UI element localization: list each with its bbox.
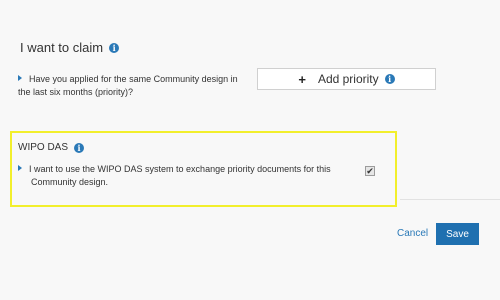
- priority-question-line1: Have you applied for the same Community …: [29, 74, 238, 84]
- wipo-das-description: I want to use the WIPO DAS system to exc…: [18, 163, 348, 189]
- priority-question-line2: the last six months (priority)?: [18, 87, 134, 97]
- wipo-das-text-line2: Community design.: [31, 177, 109, 187]
- save-button[interactable]: Save: [436, 223, 479, 245]
- section-divider: [400, 199, 500, 200]
- info-icon[interactable]: i: [74, 142, 85, 153]
- wipo-das-title: WIPO DAS i: [18, 142, 85, 153]
- wipo-das-title-text: WIPO DAS: [18, 142, 69, 153]
- wipo-das-checkbox[interactable]: ✔: [365, 166, 375, 176]
- info-icon[interactable]: i: [109, 42, 120, 53]
- info-icon[interactable]: i: [384, 74, 395, 84]
- bullet-arrow-icon: [18, 165, 22, 171]
- cancel-button[interactable]: Cancel: [397, 228, 428, 239]
- plus-icon: +: [298, 71, 306, 87]
- add-priority-label: Add priority: [317, 72, 379, 86]
- add-priority-button[interactable]: + Add priority i: [257, 68, 436, 90]
- claim-section-title: I want to claim i: [20, 40, 120, 55]
- claim-title-text: I want to claim: [20, 40, 104, 55]
- claim-panel: I want to claim i Have you applied for t…: [0, 0, 500, 300]
- priority-question: Have you applied for the same Community …: [18, 73, 248, 99]
- wipo-das-text-line1: I want to use the WIPO DAS system to exc…: [29, 164, 331, 174]
- bullet-arrow-icon: [18, 75, 22, 81]
